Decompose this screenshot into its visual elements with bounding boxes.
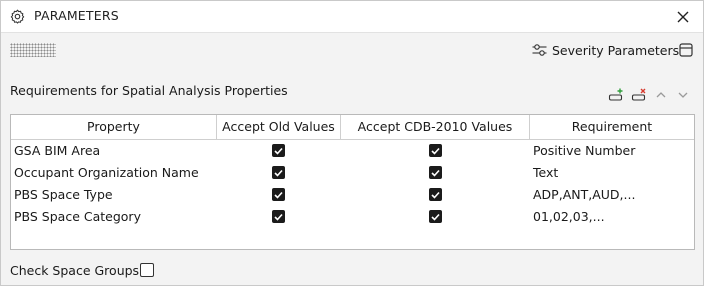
accept-old-checkbox[interactable] xyxy=(272,188,285,201)
close-icon xyxy=(677,11,689,23)
table-row[interactable]: PBS Space Type ADP,ANT,AUD,... xyxy=(11,184,694,206)
accept-cdb-checkbox[interactable] xyxy=(429,188,442,201)
parameters-window: PARAMETERS Severity Parameters Requireme… xyxy=(0,0,704,286)
check-icon xyxy=(274,213,283,221)
check-icon xyxy=(274,191,283,199)
table-header: Property Accept Old Values Accept CDB-20… xyxy=(11,115,694,140)
window-title: PARAMETERS xyxy=(34,8,119,23)
column-header-accept-cdb[interactable]: Accept CDB-2010 Values xyxy=(341,115,530,139)
accept-cdb-checkbox[interactable] xyxy=(429,166,442,179)
chevron-up-icon[interactable] xyxy=(653,87,669,103)
accept-cdb-checkbox[interactable] xyxy=(429,210,442,223)
panel-icon[interactable] xyxy=(678,42,694,58)
gear-icon xyxy=(10,9,25,24)
check-space-groups-label: Check Space Groups xyxy=(10,263,140,278)
check-icon xyxy=(431,169,440,177)
table-row[interactable]: PBS Space Category 01,02,03,... xyxy=(11,206,694,228)
requirement-cell: Positive Number xyxy=(533,143,636,158)
property-cell: Occupant Organization Name xyxy=(14,165,199,180)
column-header-accept-old[interactable]: Accept Old Values xyxy=(217,115,341,139)
check-icon xyxy=(431,191,440,199)
check-icon xyxy=(274,147,283,155)
requirements-table: Property Accept Old Values Accept CDB-20… xyxy=(10,114,695,250)
severity-parameters-button[interactable]: Severity Parameters xyxy=(532,40,679,60)
property-cell: PBS Space Category xyxy=(14,209,141,224)
property-cell: GSA BIM Area xyxy=(14,143,101,158)
column-header-requirement[interactable]: Requirement xyxy=(530,115,694,139)
check-icon xyxy=(431,213,440,221)
title-bar: PARAMETERS xyxy=(1,1,703,33)
accept-old-checkbox[interactable] xyxy=(272,210,285,223)
check-icon xyxy=(274,169,283,177)
sliders-icon xyxy=(532,44,547,56)
close-button[interactable] xyxy=(671,5,695,29)
check-icon xyxy=(431,147,440,155)
remove-row-icon[interactable] xyxy=(631,87,647,103)
severity-parameters-label: Severity Parameters xyxy=(552,42,680,58)
check-space-groups-checkbox[interactable] xyxy=(140,263,154,277)
accept-old-checkbox[interactable] xyxy=(272,144,285,157)
chevron-down-icon[interactable] xyxy=(675,87,691,103)
property-cell: PBS Space Type xyxy=(14,187,113,202)
add-row-icon[interactable] xyxy=(608,87,624,103)
accept-cdb-checkbox[interactable] xyxy=(429,144,442,157)
drag-handle[interactable] xyxy=(10,43,56,57)
requirement-cell: 01,02,03,... xyxy=(533,209,605,224)
section-title: Requirements for Spatial Analysis Proper… xyxy=(10,83,288,98)
requirement-cell: Text xyxy=(533,165,559,180)
table-row[interactable]: GSA BIM Area Positive Number xyxy=(11,140,694,162)
table-row[interactable]: Occupant Organization Name Text xyxy=(11,162,694,184)
requirement-cell: ADP,ANT,AUD,... xyxy=(533,187,636,202)
column-header-property[interactable]: Property xyxy=(11,115,217,139)
accept-old-checkbox[interactable] xyxy=(272,166,285,179)
